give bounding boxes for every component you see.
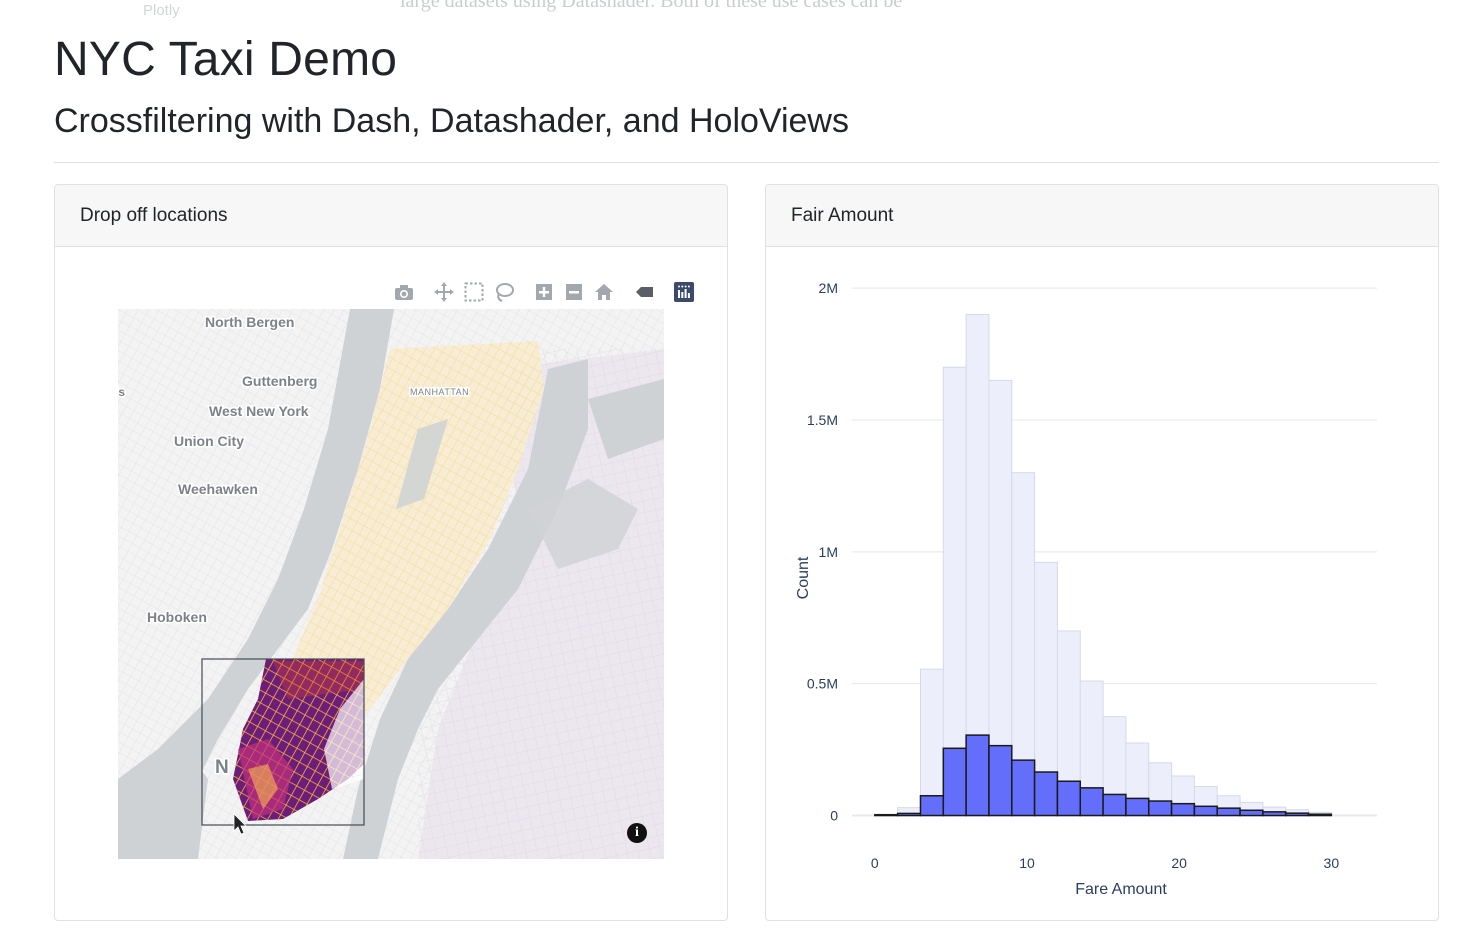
dropoff-map[interactable]: North Bergen Guttenberg West New York Un… (118, 309, 664, 859)
faded-intro-text: large datasets using Datashader. Both of… (400, 0, 903, 12)
zoom-in-icon[interactable] (533, 281, 555, 303)
histogram-bar-selected[interactable] (988, 744, 1013, 817)
lasso-select-icon[interactable] (493, 281, 515, 303)
histogram-bar-selected[interactable] (1170, 802, 1196, 817)
histogram-bar-selected[interactable] (1102, 793, 1127, 817)
header-divider (54, 162, 1439, 163)
histogram-bar-selected[interactable] (919, 795, 945, 817)
histogram-bar-selected[interactable] (1307, 813, 1333, 817)
map-attribution-info-icon[interactable]: i (627, 823, 647, 843)
histogram-bar-all[interactable] (919, 668, 944, 817)
plotly-logo-icon[interactable] (673, 281, 695, 303)
y-tick-label: 0 (830, 808, 838, 824)
fare-histogram-chart[interactable]: 0 0.5M 1M 1.5M 2M 0 10 20 30 Fare Amount Count (766, 247, 1439, 921)
fare-histogram-card: Fair Amount 0 0.5M 1M 1.5M 2M 0 10 20 30 Fare A… (765, 184, 1439, 921)
box-select-icon[interactable] (463, 281, 485, 303)
fare-histogram-svg[interactable]: 0 0.5M 1M 1.5M 2M 0 10 20 30 Fare Amount Count (766, 247, 1439, 921)
page-subtitle: Crossfiltering with Dash, Datashader, an… (54, 102, 849, 140)
histogram-bar-selected[interactable] (1147, 800, 1173, 817)
label-nyc-fragment: N (215, 757, 229, 778)
label-weehawken: Weehawken (178, 481, 258, 497)
dropoff-map-card-header: Drop off locations (55, 185, 727, 247)
map-tiles: North Bergen Guttenberg West New York Un… (118, 309, 664, 859)
hover-tag-icon[interactable] (633, 281, 655, 303)
x-tick-label: 30 (1324, 855, 1340, 871)
histogram-bar-selected[interactable] (1216, 807, 1241, 817)
faded-plotly-label: Plotly (143, 2, 180, 19)
label-west-new-york: West New York (209, 403, 309, 419)
x-tick-label: 20 (1171, 855, 1187, 871)
home-icon[interactable] (593, 281, 615, 303)
x-axis-title: Fare Amount (1075, 881, 1167, 898)
histogram-bar-selected[interactable] (1193, 805, 1218, 817)
y-tick-label: 1M (819, 544, 838, 560)
histogram-bar-selected[interactable] (1284, 812, 1310, 817)
x-tick-label: 10 (1019, 855, 1035, 871)
label-guttenberg: Guttenberg (242, 373, 317, 389)
label-union-city: Union City (174, 433, 244, 449)
camera-icon[interactable] (393, 281, 415, 303)
histogram-bar-selected[interactable] (965, 734, 990, 817)
zoom-out-icon[interactable] (563, 281, 585, 303)
histogram-bar-selected[interactable] (1079, 787, 1104, 817)
y-axis-title: Count (795, 556, 812, 599)
y-tick-label: 0.5M (807, 676, 838, 692)
pan-icon[interactable] (433, 281, 455, 303)
y-tick-label: 2M (819, 280, 838, 296)
histogram-bar-selected[interactable] (942, 747, 967, 817)
page-title: NYC Taxi Demo (54, 33, 398, 86)
label-north-bergen: North Bergen (205, 314, 294, 330)
label-edge-fragment: ls (118, 385, 125, 399)
dropoff-map-card: Drop off locations North Bergen Guttenbe… (54, 184, 728, 921)
x-tick-label: 0 (871, 855, 879, 871)
label-manhattan: MANHATTAN (410, 387, 469, 397)
fare-histogram-card-header: Fair Amount (766, 185, 1438, 247)
histogram-bar-selected[interactable] (1011, 759, 1036, 817)
label-hoboken: Hoboken (147, 609, 207, 625)
histogram-bar-selected[interactable] (1056, 780, 1082, 817)
histogram-bar-selected[interactable] (874, 813, 899, 817)
histogram-bar-selected[interactable] (1239, 809, 1264, 817)
histogram-bar-selected[interactable] (1125, 797, 1150, 817)
histogram-bar-selected[interactable] (896, 812, 922, 817)
histogram-bar-selected[interactable] (1033, 771, 1059, 817)
y-tick-label: 1.5M (807, 412, 838, 428)
histogram-bar-selected[interactable] (1262, 811, 1287, 817)
